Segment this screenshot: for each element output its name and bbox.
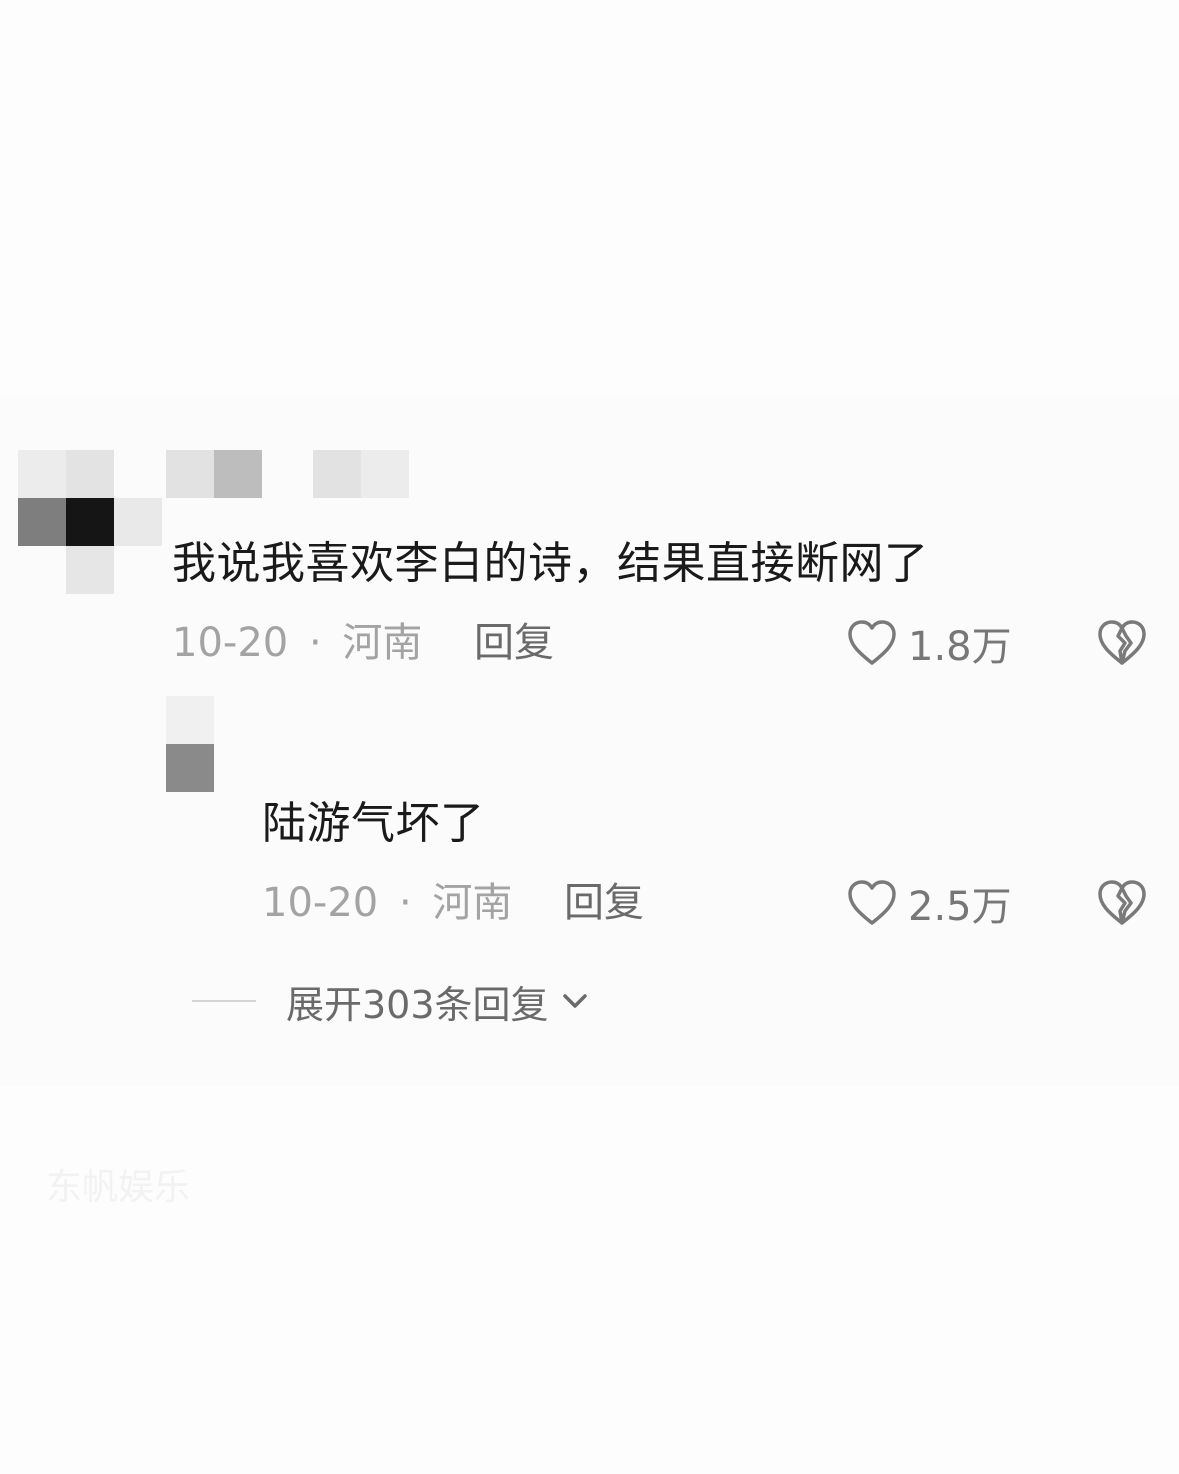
meta-separator: · xyxy=(398,880,412,926)
watermark: 东帆娱乐 xyxy=(46,1167,191,1208)
reply-reply-button[interactable]: 回复 xyxy=(564,878,644,928)
comment-location: 河南 xyxy=(342,620,423,666)
expand-divider xyxy=(192,1000,256,1002)
reply-dislike-button[interactable] xyxy=(1096,878,1148,928)
reply-like-button[interactable]: 2.5万 xyxy=(846,878,1012,930)
heart-outline-icon xyxy=(848,880,896,925)
reply-button[interactable]: 回复 xyxy=(474,618,554,668)
chevron-down-icon xyxy=(562,994,587,1008)
reply-meta: 10-20 · 河南 xyxy=(262,878,512,928)
expand-replies-label: 展开303条回复 xyxy=(286,982,549,1027)
reply-location: 河南 xyxy=(432,880,513,926)
reply-like-count: 2.5万 xyxy=(908,884,1012,930)
dislike-button[interactable] xyxy=(1096,618,1148,668)
reply-text: 陆游气坏了 xyxy=(262,798,485,849)
meta-separator: · xyxy=(308,620,322,666)
comment-meta: 10-20 · 河南 xyxy=(172,618,422,668)
expand-replies-button[interactable]: 展开303条回复 xyxy=(192,976,593,1027)
broken-heart-icon xyxy=(1098,620,1146,665)
like-count: 1.8万 xyxy=(908,624,1012,670)
like-button[interactable]: 1.8万 xyxy=(846,618,1012,670)
comment-text: 我说我喜欢李白的诗，结果直接断网了 xyxy=(172,538,929,589)
broken-heart-icon xyxy=(1098,880,1146,925)
heart-outline-icon xyxy=(848,620,896,665)
reply-date: 10-20 xyxy=(262,880,379,926)
comment-date: 10-20 xyxy=(172,620,289,666)
